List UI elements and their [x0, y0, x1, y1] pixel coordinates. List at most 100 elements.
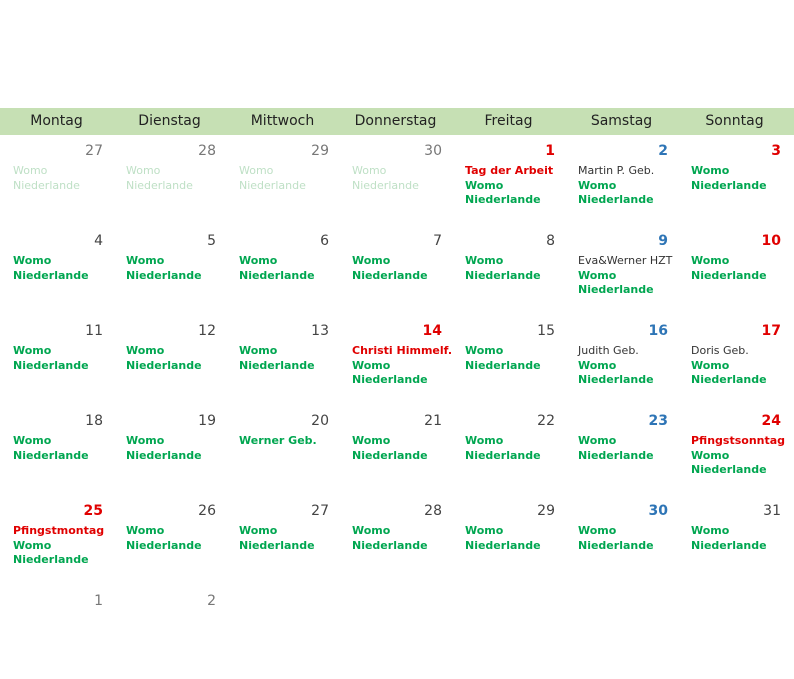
calendar-event[interactable]: Pfingstsonntag — [691, 434, 789, 449]
calendar-event[interactable]: Womo — [691, 359, 789, 374]
calendar-event[interactable]: Niederlande — [126, 269, 224, 284]
day-cell[interactable]: 2 Martin P. Geb. Womo Niederlande — [565, 139, 678, 229]
day-cell[interactable]: 1 — [0, 589, 113, 679]
calendar-event[interactable]: Niederlande — [13, 179, 111, 194]
day-cell[interactable]: 22 Womo Niederlande — [452, 409, 565, 499]
calendar-event[interactable]: Womo — [126, 164, 224, 179]
calendar-event[interactable]: Niederlande — [465, 269, 563, 284]
day-cell[interactable]: 3 Womo Niederlande — [678, 139, 791, 229]
calendar-event[interactable]: Niederlande — [465, 193, 563, 208]
calendar-event[interactable]: Niederlande — [239, 179, 337, 194]
calendar-event[interactable]: Womo — [465, 254, 563, 269]
calendar-event[interactable]: Niederlande — [13, 359, 111, 374]
calendar-event[interactable]: Judith Geb. — [578, 344, 676, 359]
day-cell[interactable]: 10 Womo Niederlande — [678, 229, 791, 319]
day-cell[interactable]: 13 Womo Niederlande — [226, 319, 339, 409]
calendar-event[interactable]: Womo — [691, 449, 789, 464]
calendar-event[interactable]: Niederlande — [578, 539, 676, 554]
calendar-event[interactable]: Niederlande — [239, 539, 337, 554]
day-cell[interactable]: 30 Womo Niederlande — [339, 139, 452, 229]
calendar-event[interactable]: Niederlande — [691, 539, 789, 554]
day-cell[interactable]: 19 Womo Niederlande — [113, 409, 226, 499]
day-cell[interactable]: 20 Werner Geb. — [226, 409, 339, 499]
calendar-event[interactable]: Niederlande — [352, 539, 450, 554]
calendar-event[interactable]: Womo — [126, 254, 224, 269]
day-cell[interactable]: 30 Womo Niederlande — [565, 499, 678, 589]
day-cell[interactable]: 18 Womo Niederlande — [0, 409, 113, 499]
day-cell[interactable]: 27 Womo Niederlande — [0, 139, 113, 229]
calendar-event[interactable]: Christi Himmelf. — [352, 344, 452, 359]
calendar-event[interactable]: Womo — [126, 344, 224, 359]
calendar-event[interactable]: Niederlande — [465, 359, 563, 374]
calendar-event[interactable]: Eva&Werner HZT — [578, 254, 676, 269]
calendar-event[interactable]: Niederlande — [465, 539, 563, 554]
calendar-event[interactable]: Niederlande — [126, 359, 224, 374]
calendar-event[interactable]: Womo — [239, 524, 337, 539]
calendar-event[interactable]: Womo — [578, 434, 676, 449]
calendar-event[interactable]: Womo — [578, 269, 676, 284]
day-cell[interactable]: 1 Tag der Arbeit Womo Niederlande — [452, 139, 565, 229]
calendar-event[interactable]: Niederlande — [239, 359, 337, 374]
day-cell[interactable]: 24 Pfingstsonntag Womo Niederlande — [678, 409, 791, 499]
calendar-event[interactable]: Womo — [578, 179, 676, 194]
calendar-event[interactable]: Womo — [691, 164, 789, 179]
calendar-event[interactable]: Niederlande — [578, 373, 676, 388]
day-cell[interactable]: 6 Womo Niederlande — [226, 229, 339, 319]
calendar-event[interactable]: Niederlande — [352, 449, 450, 464]
calendar-event[interactable]: Niederlande — [578, 193, 676, 208]
calendar-event[interactable]: Niederlande — [465, 449, 563, 464]
calendar-event[interactable]: Womo — [691, 524, 789, 539]
day-cell[interactable]: 28 Womo Niederlande — [339, 499, 452, 589]
day-cell[interactable]: 2 — [113, 589, 226, 679]
calendar-event[interactable]: Niederlande — [13, 449, 111, 464]
calendar-event[interactable]: Womo — [578, 359, 676, 374]
calendar-event[interactable]: Womo — [352, 359, 450, 374]
calendar-event[interactable]: Niederlande — [578, 283, 676, 298]
calendar-event[interactable]: Niederlande — [352, 373, 450, 388]
day-cell[interactable]: 7 Womo Niederlande — [339, 229, 452, 319]
day-cell[interactable]: 31 Womo Niederlande — [678, 499, 791, 589]
calendar-event[interactable]: Niederlande — [126, 179, 224, 194]
day-cell[interactable]: 11 Womo Niederlande — [0, 319, 113, 409]
calendar-event[interactable]: Martin P. Geb. — [578, 164, 676, 179]
calendar-event[interactable]: Womo — [352, 254, 450, 269]
day-cell[interactable]: 26 Womo Niederlande — [113, 499, 226, 589]
calendar-event[interactable]: Niederlande — [691, 373, 789, 388]
day-cell[interactable]: 17 Doris Geb. Womo Niederlande — [678, 319, 791, 409]
day-cell[interactable]: 29 Womo Niederlande — [226, 139, 339, 229]
calendar-event[interactable]: Niederlande — [239, 269, 337, 284]
calendar-event[interactable]: Niederlande — [691, 463, 789, 478]
calendar-event[interactable]: Womo — [13, 344, 111, 359]
day-cell[interactable]: 23 Womo Niederlande — [565, 409, 678, 499]
calendar-event[interactable]: Womo — [13, 164, 111, 179]
calendar-event[interactable]: Womo — [691, 254, 789, 269]
calendar-event[interactable]: Womo — [126, 524, 224, 539]
calendar-event[interactable]: Niederlande — [691, 179, 789, 194]
calendar-event[interactable]: Womo — [465, 179, 563, 194]
calendar-event[interactable]: Womo — [239, 164, 337, 179]
day-cell[interactable]: 4 Womo Niederlande — [0, 229, 113, 319]
calendar-event[interactable]: Womo — [465, 344, 563, 359]
day-cell[interactable]: 29 Womo Niederlande — [452, 499, 565, 589]
calendar-event[interactable]: Womo — [13, 539, 111, 554]
calendar-event[interactable]: Womo — [126, 434, 224, 449]
day-cell[interactable]: 27 Womo Niederlande — [226, 499, 339, 589]
day-cell[interactable]: 15 Womo Niederlande — [452, 319, 565, 409]
calendar-event[interactable]: Womo — [465, 524, 563, 539]
day-cell[interactable]: 25 Pfingstmontag Womo Niederlande — [0, 499, 113, 589]
calendar-event[interactable]: Niederlande — [691, 269, 789, 284]
calendar-event[interactable]: Womo — [465, 434, 563, 449]
day-cell[interactable]: 28 Womo Niederlande — [113, 139, 226, 229]
calendar-event[interactable]: Womo — [13, 254, 111, 269]
day-cell[interactable]: 5 Womo Niederlande — [113, 229, 226, 319]
calendar-event[interactable]: Womo — [239, 344, 337, 359]
day-cell[interactable]: 21 Womo Niederlande — [339, 409, 452, 499]
calendar-event[interactable]: Womo — [352, 434, 450, 449]
day-cell[interactable]: 14 Christi Himmelf. Womo Niederlande — [339, 319, 452, 409]
calendar-event[interactable]: Niederlande — [352, 179, 450, 194]
day-cell[interactable]: 8 Womo Niederlande — [452, 229, 565, 319]
calendar-event[interactable]: Tag der Arbeit — [465, 164, 563, 179]
calendar-event[interactable]: Niederlande — [13, 269, 111, 284]
calendar-event[interactable]: Womo — [352, 164, 450, 179]
calendar-event[interactable]: Womo — [13, 434, 111, 449]
